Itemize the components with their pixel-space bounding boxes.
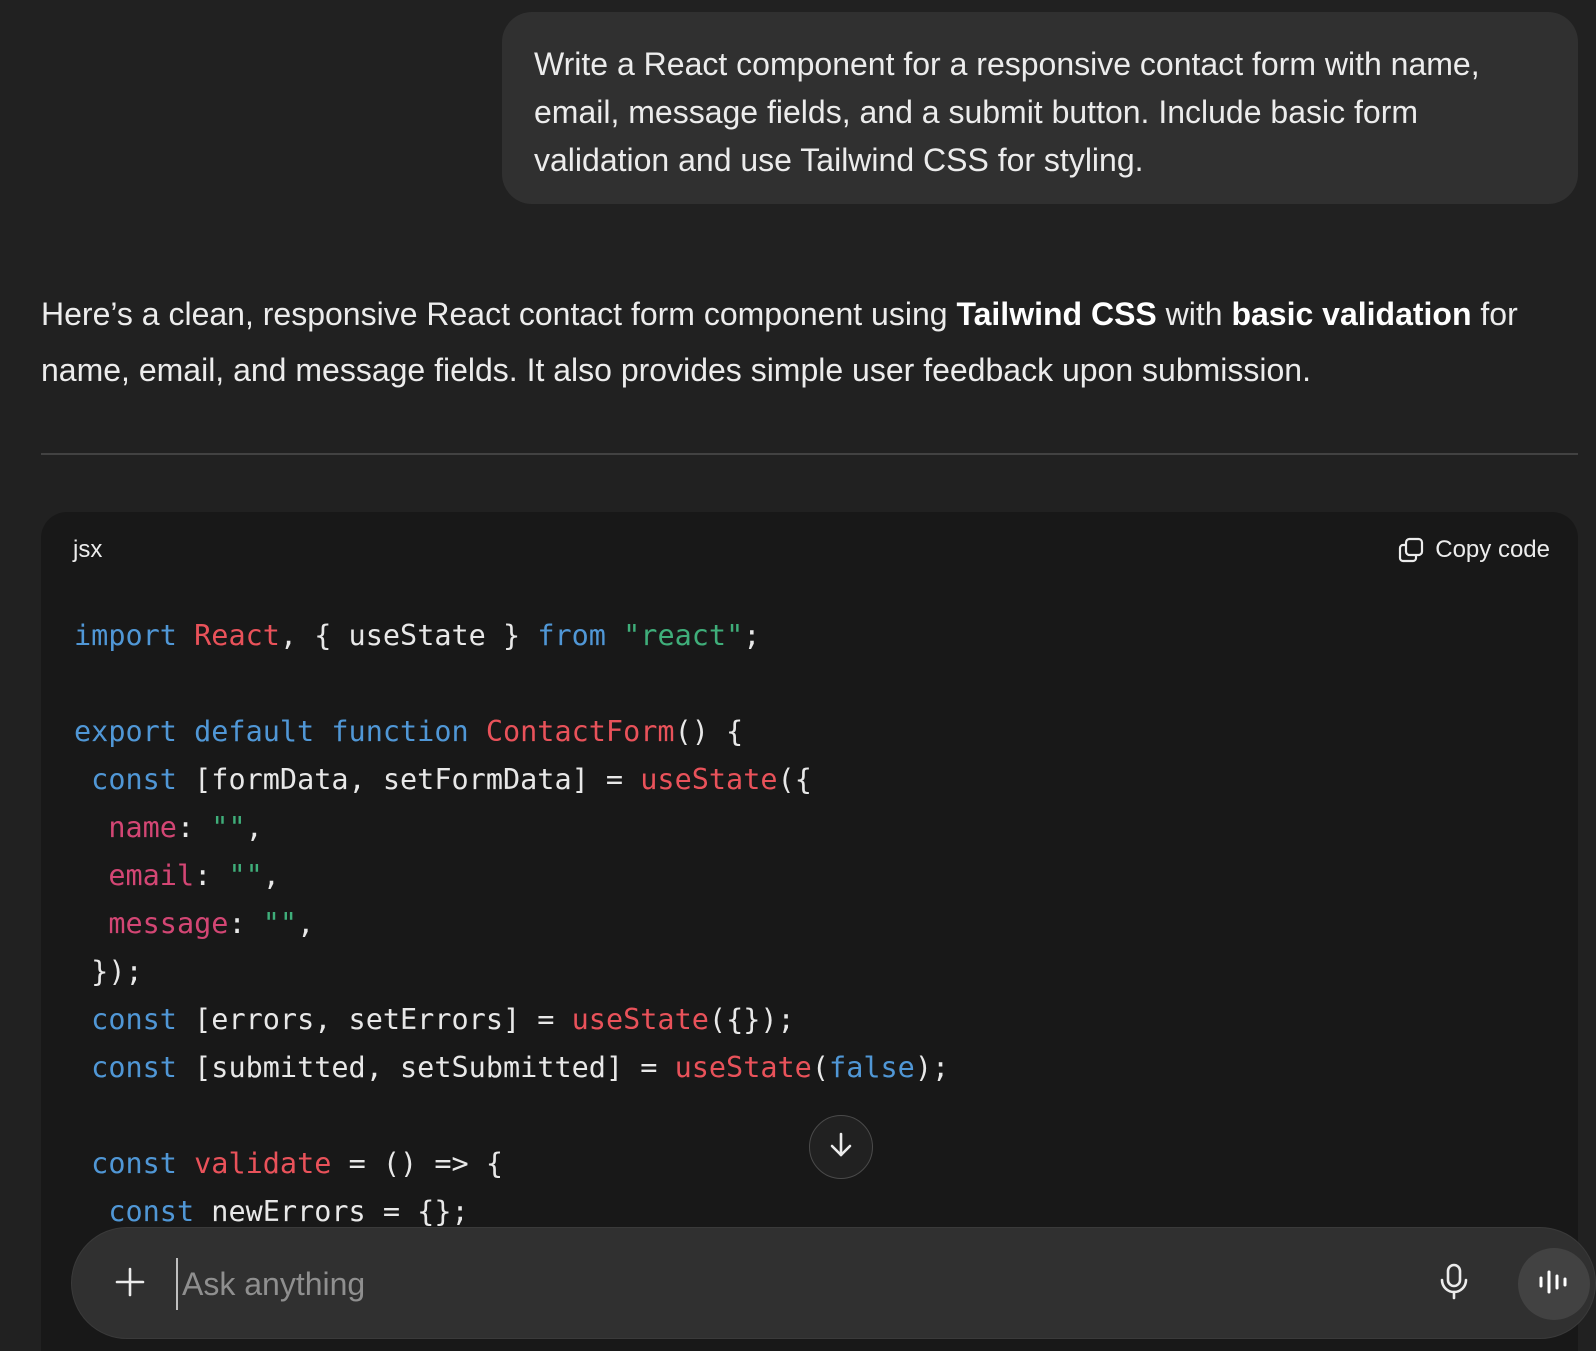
code-line: export default function ContactForm() { bbox=[74, 708, 949, 756]
code-token: useState bbox=[571, 1003, 709, 1036]
code-token: const bbox=[91, 1051, 177, 1084]
code-line: }); bbox=[74, 948, 949, 996]
copy-code-label: Copy code bbox=[1435, 536, 1550, 563]
code-line: const [formData, setFormData] = useState… bbox=[74, 756, 949, 804]
code-token: newErrors = {}; bbox=[194, 1195, 469, 1228]
assistant-reply-text: Here’s a clean, responsive React contact… bbox=[41, 286, 1586, 398]
code-token: , bbox=[262, 859, 280, 892]
composer bbox=[71, 1227, 1596, 1339]
code-token: export default function bbox=[74, 715, 469, 748]
code-token: "" bbox=[262, 907, 298, 940]
code-token: ; bbox=[743, 619, 761, 652]
code-token: [submitted, setSubmitted] = bbox=[176, 1051, 675, 1084]
code-token: import bbox=[74, 619, 177, 652]
code-token: }); bbox=[74, 955, 143, 988]
code-token: from bbox=[537, 619, 606, 652]
reply-bold-text: basic validation bbox=[1231, 296, 1472, 332]
code-line: message: "", bbox=[74, 900, 949, 948]
dictate-button[interactable] bbox=[1426, 1256, 1482, 1312]
prompt-input[interactable] bbox=[176, 1258, 1396, 1310]
code-token: ); bbox=[914, 1051, 950, 1084]
code-line: const [errors, setErrors] = useState({})… bbox=[74, 996, 949, 1044]
code-token: "" bbox=[228, 859, 263, 892]
scroll-to-bottom-button[interactable] bbox=[809, 1115, 873, 1179]
code-token: const bbox=[91, 1147, 177, 1180]
code-language-label: jsx bbox=[73, 536, 103, 563]
code-token: "react" bbox=[623, 619, 744, 652]
code-token: , bbox=[297, 907, 315, 940]
code-token: email bbox=[108, 859, 195, 892]
code-token: () { bbox=[674, 715, 744, 748]
code-token: [formData, setFormData] = bbox=[176, 763, 641, 796]
divider bbox=[41, 453, 1578, 455]
code-token: const bbox=[91, 763, 177, 796]
user-message-bubble: Write a React component for a responsive… bbox=[502, 12, 1578, 204]
user-message-text: Write a React component for a responsive… bbox=[534, 46, 1480, 178]
code-token: message bbox=[108, 907, 229, 940]
reply-bold-text: Tailwind CSS bbox=[956, 296, 1157, 332]
code-token: const bbox=[91, 1003, 177, 1036]
code-token: ({ bbox=[777, 763, 812, 796]
chat-page: Write a React component for a responsive… bbox=[0, 0, 1596, 1351]
code-token: "" bbox=[211, 811, 246, 844]
code-token: = () => { bbox=[331, 1147, 504, 1180]
code-token: : bbox=[194, 859, 229, 892]
arrow-down-icon bbox=[825, 1129, 857, 1166]
code-token: false bbox=[829, 1051, 915, 1084]
code-token: ( bbox=[811, 1051, 830, 1084]
code-token: ({}); bbox=[708, 1003, 795, 1036]
code-token: validate bbox=[194, 1147, 332, 1180]
copy-icon bbox=[1397, 536, 1425, 564]
code-line: email: "", bbox=[74, 852, 949, 900]
code-token: , { useState } bbox=[279, 619, 538, 652]
reply-text-part: Here’s a clean, responsive React contact… bbox=[41, 296, 957, 332]
code-token: : bbox=[228, 907, 263, 940]
code-block: jsx Copy code import React, { useState }… bbox=[41, 512, 1578, 1351]
code-token: name bbox=[108, 811, 177, 844]
copy-code-button[interactable]: Copy code bbox=[1397, 530, 1550, 570]
reply-text-part: with bbox=[1156, 296, 1232, 332]
code-token: useState bbox=[640, 763, 778, 796]
voice-mode-button[interactable] bbox=[1518, 1248, 1590, 1320]
code-token: ContactForm bbox=[485, 715, 675, 748]
code-token: const bbox=[108, 1195, 195, 1228]
code-block-header: jsx Copy code bbox=[41, 512, 1578, 584]
code-token: [errors, setErrors] = bbox=[176, 1003, 572, 1036]
code-line: name: "", bbox=[74, 804, 949, 852]
code-token: , bbox=[245, 811, 263, 844]
code-token: : bbox=[176, 811, 212, 844]
code-line: const [submitted, setSubmitted] = useSta… bbox=[74, 1044, 949, 1092]
code-line: import React, { useState } from "react"; bbox=[74, 612, 949, 660]
voice-waveform-icon bbox=[1537, 1267, 1571, 1302]
microphone-icon bbox=[1439, 1263, 1469, 1306]
code-token: React bbox=[194, 619, 280, 652]
code-token: useState bbox=[674, 1051, 812, 1084]
plus-icon bbox=[113, 1265, 147, 1304]
add-attachment-button[interactable] bbox=[102, 1256, 158, 1312]
